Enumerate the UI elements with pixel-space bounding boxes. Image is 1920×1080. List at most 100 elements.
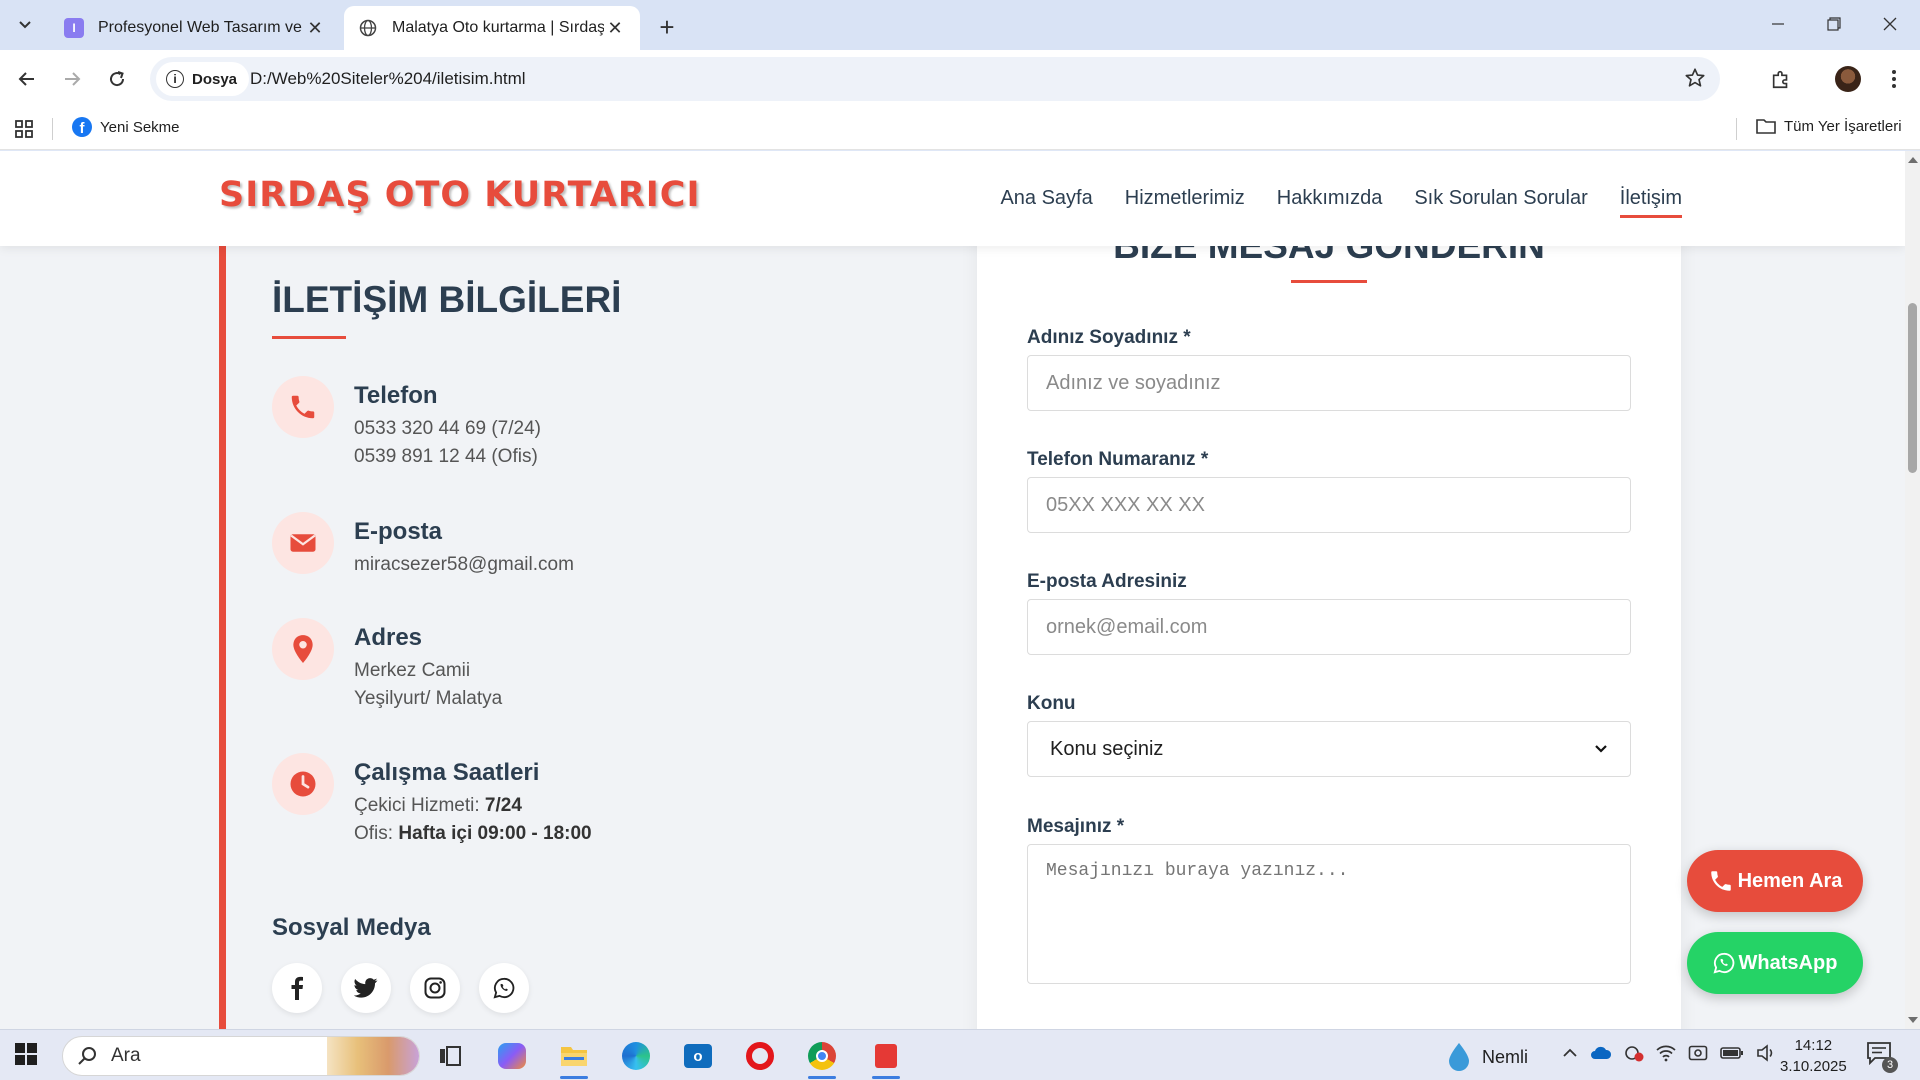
onedrive-icon[interactable] [1590,1046,1612,1060]
social-media-title: Sosyal Medya [272,914,431,941]
info-label: Adres [354,624,423,651]
email-input[interactable] [1027,599,1631,655]
bookmark-star-icon[interactable] [1684,67,1706,94]
pdf-icon [875,1044,897,1068]
twitter-link[interactable] [341,963,391,1013]
profile-avatar[interactable] [1832,63,1864,95]
page-scrollbar[interactable] [1905,151,1920,1029]
nav-iletisim[interactable]: İletişim [1619,187,1683,218]
whatsapp-button[interactable]: WhatsApp [1687,932,1863,994]
arrow-right-icon [65,72,81,86]
menu-button[interactable] [1878,63,1910,95]
site-favicon-icon: I [64,18,84,38]
taskbar-search[interactable]: Ara [62,1036,420,1076]
facebook-link[interactable] [272,963,322,1013]
site-header: SIRDAŞ OTO KURTARICI Ana Sayfa Hizmetler… [0,151,1905,246]
whatsapp-icon [1713,952,1734,974]
apps-grid-icon[interactable] [14,119,34,144]
file-explorer-app[interactable] [554,1037,594,1079]
url-text[interactable]: D:/Web%20Siteler%204/iletisim.html [250,69,526,89]
subject-selected-value: Konu seçiniz [1050,737,1164,760]
clock-time: 14:12 [1794,1037,1833,1054]
hours-prefix: Ofis: [354,823,399,844]
restore-button[interactable] [1806,6,1862,42]
bookmark-yeni-sekme[interactable]: f Yeni Sekme [72,117,180,137]
system-clock[interactable]: 14:12 3.10.2025 [1780,1035,1847,1077]
notification-center-button[interactable]: 3 [1866,1041,1898,1073]
hours-value: 7/24 [484,795,522,816]
site-logo[interactable]: SIRDAŞ OTO KURTARICI [219,175,701,215]
system-tray [1562,1044,1776,1062]
site-info-chip[interactable]: i Dosya [156,62,250,96]
all-bookmarks-button[interactable]: Tüm Yer İşaretleri [1756,117,1902,135]
battery-icon[interactable] [1720,1046,1744,1060]
phone-number[interactable]: 0533 320 44 69 (7/24) [354,418,541,440]
tab-web-tasarim[interactable]: I Profesyonel Web Tasarım ve Dij ✕ [50,6,340,50]
pdf-app[interactable] [866,1037,906,1079]
close-tab-icon[interactable]: ✕ [604,17,626,39]
info-item-telefon: Telefon 0533 320 44 69 (7/24) 0539 891 1… [272,376,541,468]
social-links [272,963,529,1013]
name-label: Adınız Soyadınız * [1027,327,1191,348]
copilot-icon [498,1043,526,1069]
whatsapp-link[interactable] [479,963,529,1013]
minimize-button[interactable] [1750,6,1806,42]
back-button[interactable] [11,63,43,95]
forward-button[interactable] [56,63,88,95]
call-now-button[interactable]: Hemen Ara [1687,850,1863,912]
close-tab-icon[interactable]: ✕ [304,17,326,39]
reload-icon [110,71,125,87]
water-drop-icon [1449,1043,1469,1071]
volume-icon[interactable] [1756,1044,1776,1062]
name-input[interactable] [1027,355,1631,411]
subject-select[interactable]: Konu seçiniz [1027,721,1631,777]
opera-app[interactable] [740,1037,780,1075]
new-tab-button[interactable]: + [652,12,682,42]
tab-malatya-oto[interactable]: Malatya Oto kurtarma | Sırdaş O ✕ [344,6,640,50]
nav-ana-sayfa[interactable]: Ana Sayfa [1000,187,1092,218]
running-indicator [808,1076,836,1079]
phone-number[interactable]: 0539 891 12 44 (Ofis) [354,446,541,468]
scroll-up-icon[interactable] [1908,157,1918,163]
nav-hakkimizda[interactable]: Hakkımızda [1277,187,1383,218]
edge-icon [622,1042,650,1070]
task-view-icon [440,1046,461,1066]
tab-title: Profesyonel Web Tasarım ve Dij [98,19,304,36]
outlook-app[interactable]: o [678,1037,718,1075]
bookmark-separator [52,118,53,140]
nav-hizmetlerimiz[interactable]: Hizmetlerimiz [1125,187,1245,218]
scroll-down-icon[interactable] [1908,1017,1918,1023]
chrome-app[interactable] [802,1037,842,1079]
twitter-icon [354,978,378,998]
tab-strip: I Profesyonel Web Tasarım ve Dij ✕ Malat… [0,0,1920,50]
whatsapp-icon [493,977,515,999]
nav-sss[interactable]: Sık Sorulan Sorular [1414,187,1587,218]
outlook-icon: o [684,1044,712,1068]
arrow-left-icon [18,72,34,86]
extensions-button[interactable] [1765,63,1797,95]
phone-input[interactable] [1027,477,1631,533]
address-line: Yeşilyurt/ Malatya [354,688,503,709]
scrollbar-thumb[interactable] [1908,303,1917,473]
start-button[interactable] [14,1042,38,1071]
security-icon[interactable] [1688,1044,1708,1062]
wifi-icon[interactable] [1656,1044,1676,1062]
contact-info-heading: İLETİŞİM BİLGİLERİ [272,279,622,320]
weather-widget[interactable]: Nemli [1446,1042,1528,1072]
edge-app[interactable] [616,1037,656,1075]
email-address[interactable]: miracsezer58@gmail.com [354,554,574,576]
reload-button[interactable] [101,63,133,95]
address-bar[interactable]: i Dosya D:/Web%20Siteler%204/iletisim.ht… [150,57,1720,101]
instagram-link[interactable] [410,963,460,1013]
message-textarea[interactable] [1027,844,1631,984]
tab-search-button[interactable] [8,10,42,40]
sync-error-icon[interactable] [1624,1044,1644,1062]
info-item-calisma-saatleri: Çalışma Saatleri Çekici Hizmeti: 7/24 Of… [272,753,592,845]
message-form-card: BİZE MESAJ GÖNDERİN Adınız Soyadınız * T… [977,191,1681,1029]
chevron-down-icon [1595,745,1607,753]
envelope-icon [272,512,334,574]
chevron-up-icon[interactable] [1562,1047,1578,1059]
task-view-button[interactable] [430,1037,470,1075]
close-window-button[interactable] [1862,6,1918,42]
copilot-app[interactable] [492,1037,532,1075]
